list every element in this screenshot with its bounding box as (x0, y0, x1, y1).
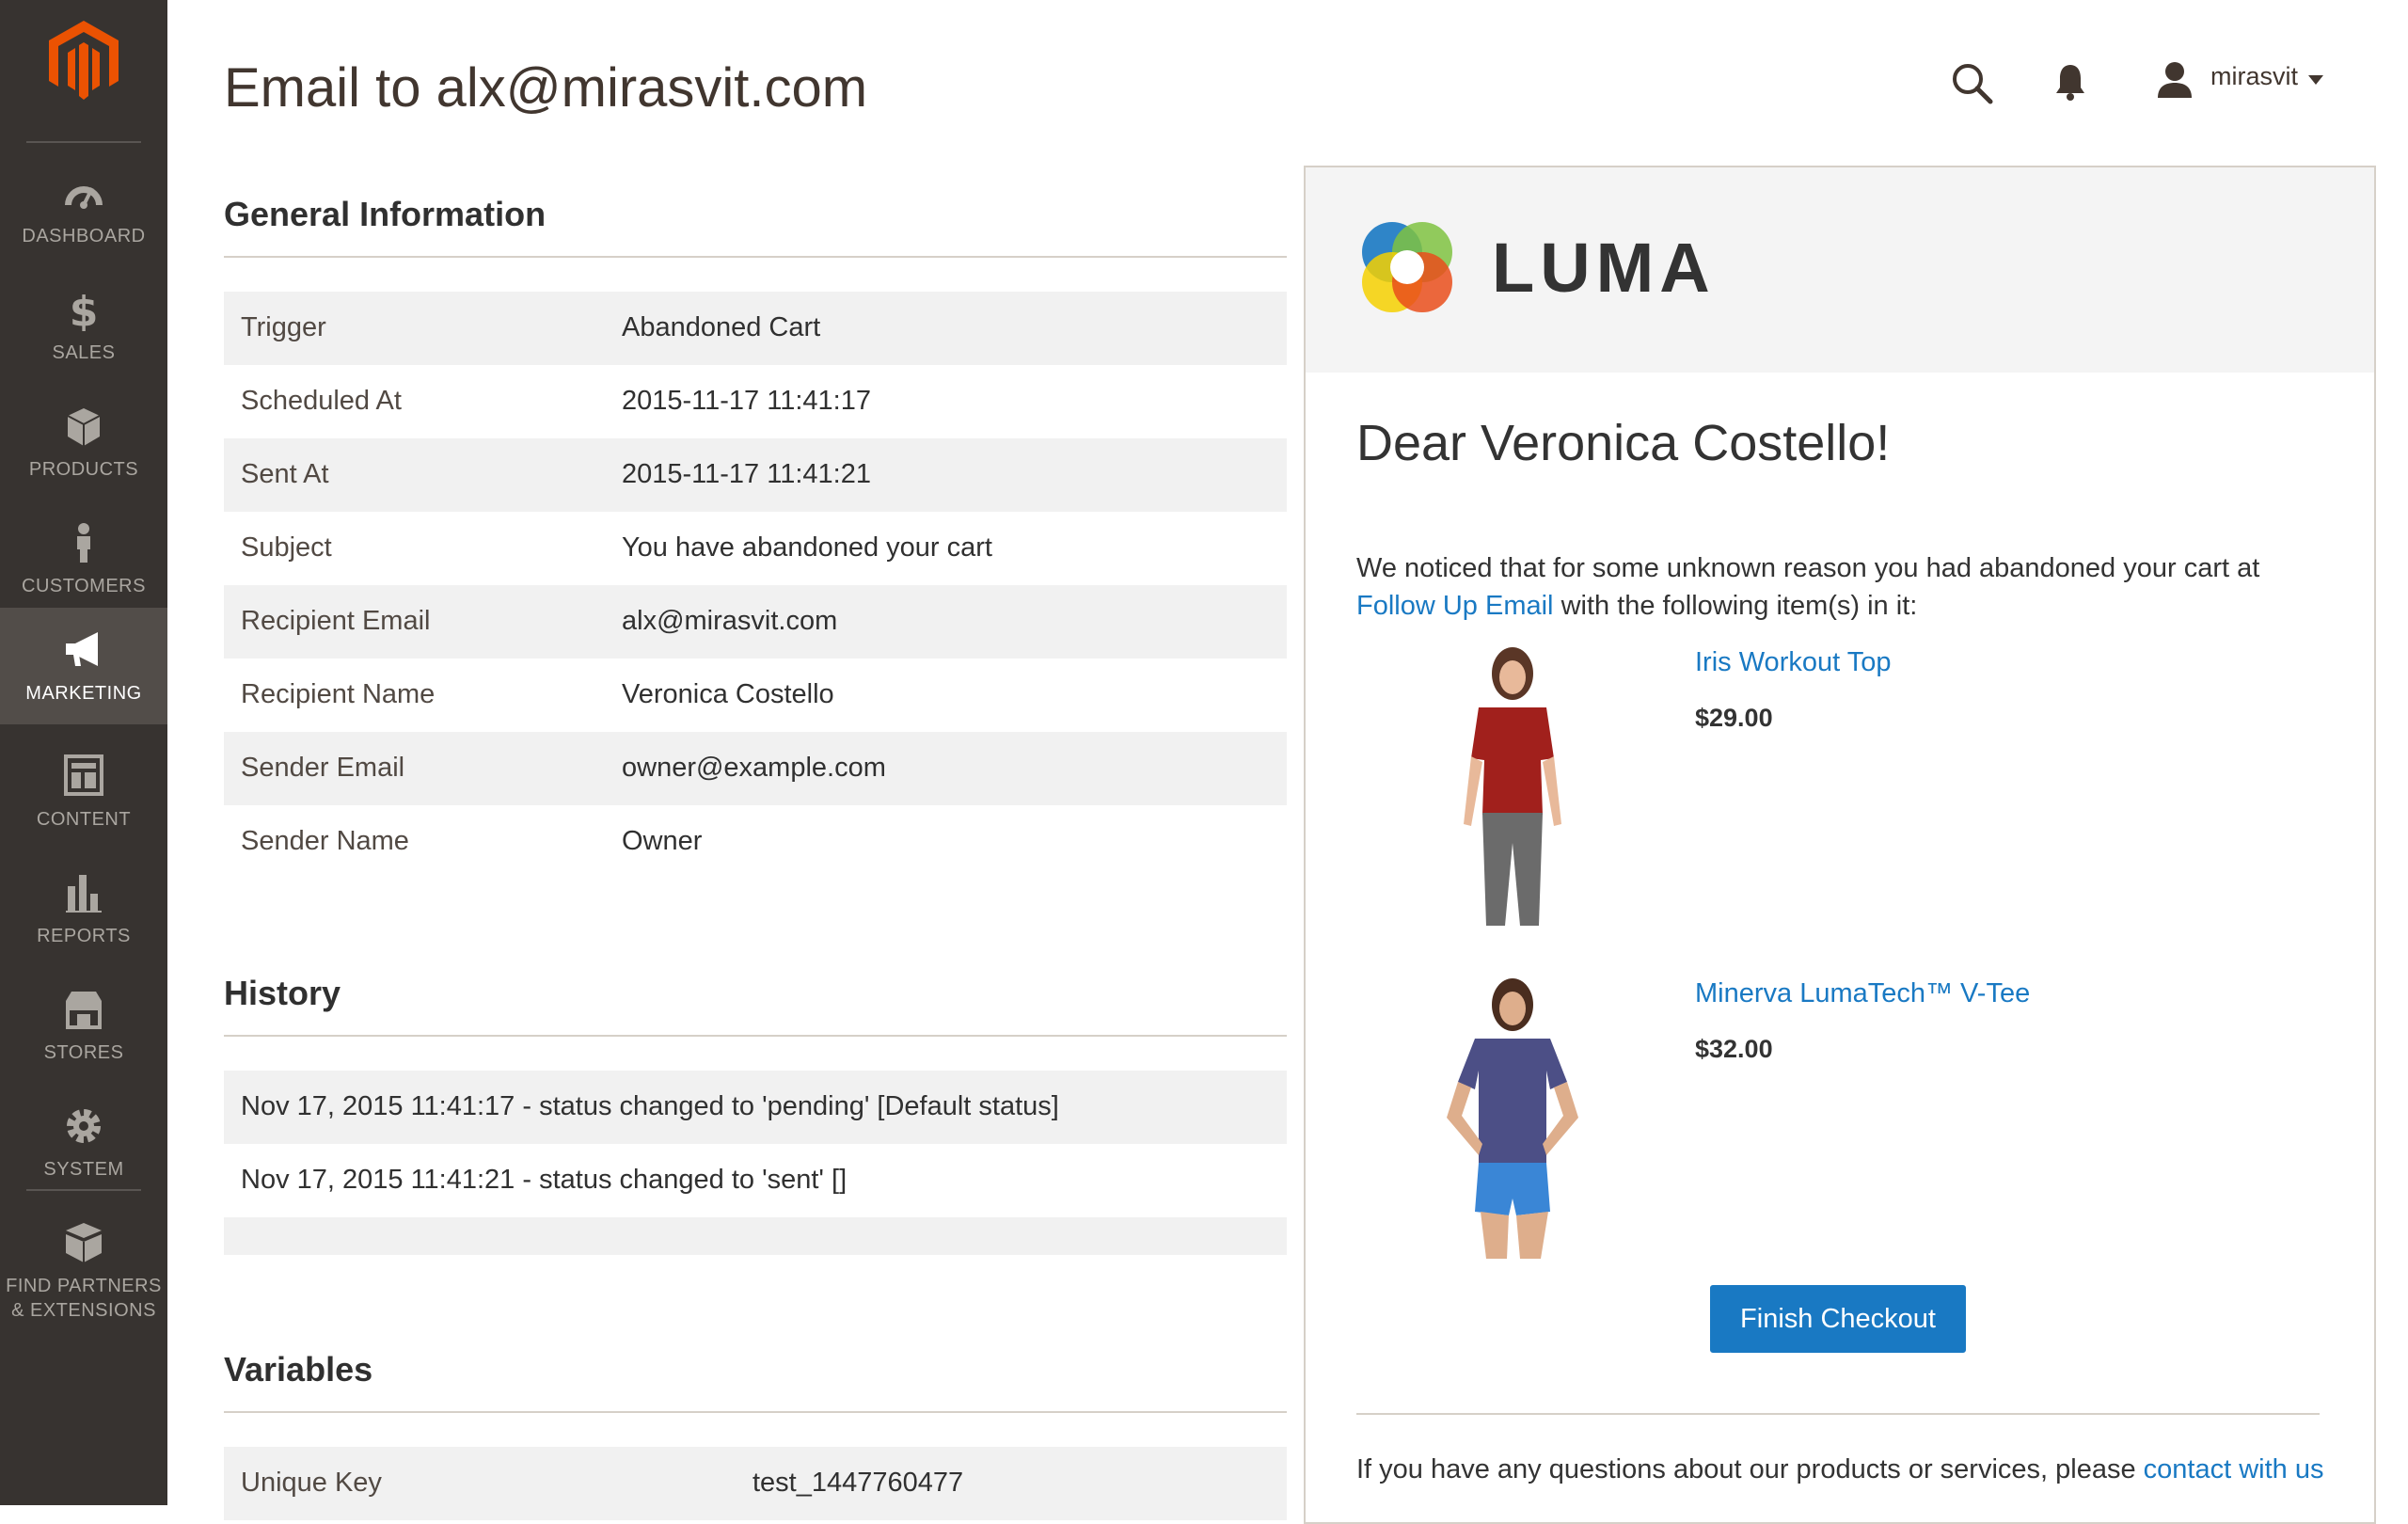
info-value: Abandoned Cart (622, 312, 821, 342)
contact-link[interactable]: contact with us (2144, 1454, 2324, 1484)
sidebar-item-label: STORES (43, 1042, 124, 1063)
sidebar-item-label: PRODUCTS (28, 459, 139, 480)
admin-sidebar: DASHBOARD $ SALES PRODUCTS CUSTOMERS MAR… (0, 0, 167, 1505)
sidebar-item-label: FIND PARTNERS & EXTENSIONS (6, 1276, 162, 1321)
info-value: owner@example.com (622, 753, 886, 783)
box-icon (67, 408, 101, 446)
sidebar-item-marketing[interactable]: MARKETING (0, 608, 167, 724)
section-divider (224, 256, 1287, 258)
sidebar-item-reports[interactable]: REPORTS (0, 850, 167, 967)
email-header: LUMA (1306, 167, 2374, 373)
finish-checkout-button[interactable]: Finish Checkout (1710, 1285, 1966, 1353)
info-key: Recipient Email (241, 606, 431, 636)
sidebar-item-sales[interactable]: $ SALES (0, 267, 167, 384)
sidebar-item-label: REPORTS (37, 926, 131, 946)
info-key: Sender Name (241, 826, 409, 856)
info-value: 2015-11-17 11:41:17 (622, 386, 871, 416)
sidebar-item-stores[interactable]: STORES (0, 967, 167, 1084)
sidebar-item-label: DASHBOARD (22, 226, 146, 246)
info-row-sender-name: Sender Name Owner (224, 805, 1287, 879)
info-row-recipient-name: Recipient Name Veronica Costello (224, 659, 1287, 732)
variables-title: Variables (224, 1350, 373, 1389)
info-row-sent-at: Sent At 2015-11-17 11:41:21 (224, 438, 1287, 512)
bar-chart-icon (66, 875, 102, 913)
section-divider (224, 1411, 1287, 1413)
history-entry: Nov 17, 2015 11:41:17 - status changed t… (241, 1091, 1059, 1121)
history-row-empty (224, 1217, 1287, 1255)
info-row-subject: Subject You have abandoned your cart (224, 512, 1287, 585)
email-greeting: Dear Veronica Costello! (1356, 415, 1891, 471)
sidebar-item-products[interactable]: PRODUCTS (0, 384, 167, 500)
info-value: You have abandoned your cart (622, 532, 992, 563)
sidebar-item-system[interactable]: SYSTEM (0, 1084, 167, 1200)
general-information-title: General Information (224, 195, 547, 233)
gear-icon (67, 1109, 101, 1143)
variable-key: Unique Key (241, 1468, 382, 1498)
info-row-scheduled-at: Scheduled At 2015-11-17 11:41:17 (224, 365, 1287, 438)
page-title: Email to alx@mirasvit.com (224, 57, 868, 119)
sidebar-item-dashboard[interactable]: DASHBOARD (0, 151, 167, 267)
info-key: Sender Email (241, 753, 405, 783)
history-entry: Nov 17, 2015 11:41:21 - status changed t… (241, 1165, 848, 1195)
luma-logo-icon (1362, 222, 1452, 312)
product-name-link[interactable]: Iris Workout Top (1695, 647, 1891, 678)
info-row-trigger: Trigger Abandoned Cart (224, 292, 1287, 365)
sidebar-divider (26, 1189, 141, 1191)
history-row: Nov 17, 2015 11:41:17 - status changed t… (224, 1071, 1287, 1144)
svg-text:$: $ (70, 288, 99, 331)
sidebar-divider (26, 141, 141, 143)
variable-row-unique-key: Unique Key test_1447760477 (224, 1447, 1287, 1520)
layout-icon (64, 754, 103, 796)
dashboard-icon (65, 186, 103, 209)
info-key: Recipient Name (241, 679, 436, 709)
search-icon[interactable] (1949, 60, 1994, 105)
blocks-icon (66, 1223, 102, 1262)
dollar-icon: $ (70, 288, 99, 331)
product-name-link[interactable]: Minerva LumaTech™ V-Tee (1695, 978, 2030, 1009)
info-value: Veronica Costello (622, 679, 834, 709)
info-row-sender-email: Sender Email owner@example.com (224, 732, 1287, 805)
user-icon[interactable] (2156, 60, 2194, 100)
product-price: $29.00 (1695, 704, 1773, 732)
sidebar-item-customers[interactable]: CUSTOMERS (0, 500, 167, 617)
info-key: Subject (241, 532, 332, 563)
megaphone-icon (66, 632, 98, 666)
section-divider (224, 1035, 1287, 1037)
follow-up-email-link[interactable]: Follow Up Email (1356, 591, 1554, 621)
sidebar-item-label: MARKETING (25, 683, 142, 704)
luma-brand-name: LUMA (1492, 229, 1716, 307)
storefront-icon (66, 992, 102, 1029)
info-key: Sent At (241, 459, 329, 489)
sidebar-item-label: SYSTEM (43, 1159, 124, 1180)
info-row-recipient-email: Recipient Email alx@mirasvit.com (224, 585, 1287, 659)
sidebar-item-label: SALES (52, 342, 116, 363)
email-intro: We noticed that for some unknown reason … (1356, 553, 2260, 621)
history-title: History (224, 974, 341, 1012)
sidebar-item-label: CONTENT (36, 809, 132, 830)
caret-down-icon[interactable] (2308, 75, 2323, 85)
magento-logo-icon[interactable] (47, 19, 120, 102)
product-image-iris-workout-top[interactable] (1400, 645, 1625, 928)
info-key: Trigger (241, 312, 326, 342)
info-key: Scheduled At (241, 386, 402, 416)
variable-value: test_1447760477 (752, 1468, 964, 1498)
user-menu-name[interactable]: mirasvit (2210, 62, 2298, 91)
info-value: 2015-11-17 11:41:21 (622, 459, 871, 489)
sidebar-item-content[interactable]: CONTENT (0, 734, 167, 850)
person-icon (77, 523, 90, 563)
sidebar-item-label: CUSTOMERS (22, 576, 146, 596)
info-value: Owner (622, 826, 703, 856)
info-value: alx@mirasvit.com (622, 606, 838, 636)
email-preview: LUMA Dear Veronica Costello! We noticed … (1304, 166, 2376, 1524)
history-row: Nov 17, 2015 11:41:21 - status changed t… (224, 1144, 1287, 1217)
product-price: $32.00 (1695, 1035, 1773, 1063)
email-footer: If you have any questions about our prod… (1356, 1454, 2324, 1484)
sidebar-item-find-partners[interactable]: FIND PARTNERS & EXTENSIONS (0, 1200, 167, 1323)
product-image-minerva-v-tee[interactable] (1400, 976, 1625, 1259)
email-divider (1356, 1413, 2320, 1415)
bell-icon[interactable] (2054, 62, 2086, 102)
